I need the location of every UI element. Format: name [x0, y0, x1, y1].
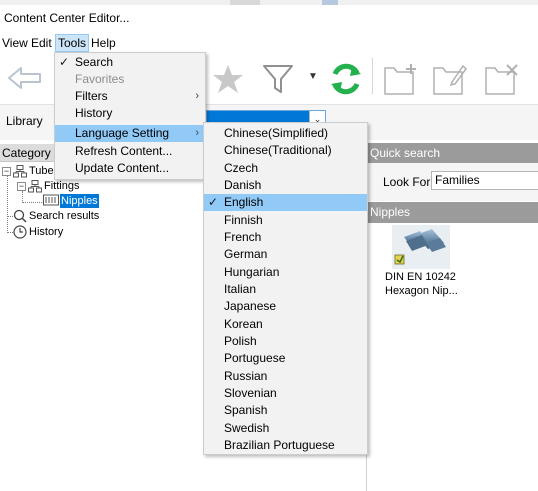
menu-tools[interactable]: Tools	[55, 34, 90, 52]
language-item[interactable]: Japanese	[204, 298, 367, 315]
new-folder-icon[interactable]	[383, 62, 419, 99]
submenu-arrow-icon: ›	[195, 127, 199, 139]
filter-icon[interactable]	[262, 63, 296, 98]
look-for-label: Look For:	[383, 175, 434, 189]
menu-item-search[interactable]: ✓ Search	[55, 54, 205, 71]
menu-item-history[interactable]: History	[55, 105, 205, 122]
language-item[interactable]: German	[204, 246, 367, 263]
library-label: Library	[6, 114, 43, 128]
language-item[interactable]: Danish	[204, 177, 367, 194]
menu-item-language-setting[interactable]: Language Setting ›	[55, 125, 205, 142]
tree-item-history[interactable]: History	[29, 225, 63, 239]
tree-item-fittings[interactable]: Fittings	[44, 179, 79, 193]
results-header: Nipples	[367, 202, 538, 223]
language-item[interactable]: Portuguese	[204, 350, 367, 367]
expander-fittings[interactable]: −	[17, 182, 26, 191]
language-submenu: Chinese(Simplified) Chinese(Traditional)…	[203, 122, 368, 455]
edit-folder-icon[interactable]	[432, 62, 468, 99]
language-item[interactable]: Spanish	[204, 402, 367, 419]
menu-edit[interactable]: Edit	[29, 34, 54, 52]
submenu-arrow-icon: ›	[195, 90, 199, 102]
family-name-line1: DIN EN 10242	[385, 271, 456, 283]
menu-item-update-content[interactable]: Update Content...	[55, 160, 205, 177]
language-item[interactable]: Korean	[204, 316, 367, 333]
look-for-select[interactable]: Families	[431, 171, 538, 190]
language-item[interactable]: Russian	[204, 368, 367, 385]
language-item[interactable]: Czech	[204, 160, 367, 177]
clock-icon	[13, 225, 27, 242]
delete-folder-icon[interactable]	[484, 62, 520, 99]
menu-item-filters[interactable]: Filters ›	[55, 88, 205, 105]
language-item[interactable]: Brazilian Portuguese	[204, 437, 367, 454]
checkmark-icon: ✓	[208, 195, 219, 209]
filter-dropdown-icon[interactable]: ▼	[308, 71, 318, 82]
family-thumbnail[interactable]	[392, 225, 450, 269]
checkmark-icon: ✓	[59, 55, 70, 69]
language-item[interactable]: Chinese(Traditional)	[204, 142, 367, 159]
search-icon	[13, 209, 27, 226]
language-item[interactable]: Swedish	[204, 420, 367, 437]
category-icon	[13, 165, 27, 181]
refresh-icon[interactable]	[328, 62, 364, 99]
language-item[interactable]: Slovenian	[204, 385, 367, 402]
menu-bar: View Edit Tools Help	[0, 34, 538, 52]
language-item[interactable]: French	[204, 229, 367, 246]
expander-tube[interactable]: −	[2, 167, 11, 176]
language-item[interactable]: Hungarian	[204, 264, 367, 281]
menu-help[interactable]: Help	[89, 34, 118, 52]
language-item[interactable]: Italian	[204, 281, 367, 298]
family-name-line2: Hexagon Nip...	[385, 285, 458, 297]
family-icon	[43, 194, 59, 209]
tree-item-nipples[interactable]: Nipples	[60, 194, 99, 208]
tree-item-search-results[interactable]: Search results	[29, 209, 99, 223]
back-arrow-icon[interactable]	[6, 64, 44, 95]
top-strip	[0, 0, 538, 5]
tree-item-tube[interactable]: Tube	[29, 164, 54, 178]
window-title: Content Center Editor...	[4, 11, 130, 25]
language-item-selected[interactable]: ✓ English	[204, 194, 367, 211]
quick-search-header: Quick search	[367, 143, 538, 163]
menu-view[interactable]: View	[0, 34, 30, 52]
star-icon[interactable]	[212, 64, 244, 97]
menu-item-refresh-content[interactable]: Refresh Content...	[55, 143, 205, 160]
language-item[interactable]: Polish	[204, 333, 367, 350]
language-item[interactable]: Chinese(Simplified)	[204, 125, 367, 142]
tools-menu: ✓ Search Favorites Filters › History Lan…	[54, 52, 206, 180]
category-icon	[28, 180, 42, 196]
language-item[interactable]: Finnish	[204, 212, 367, 229]
menu-item-favorites: Favorites	[75, 72, 125, 86]
